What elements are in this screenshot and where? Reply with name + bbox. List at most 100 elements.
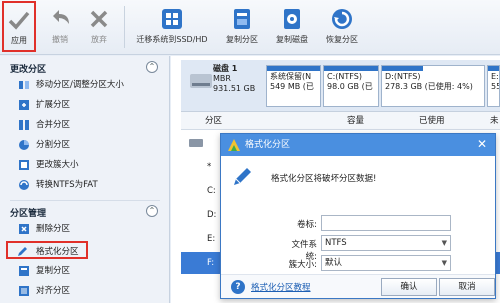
dialog-title: 格式化分区 (245, 140, 291, 150)
partition-letter: E: (207, 234, 216, 244)
dialog-footer: ? 格式化分区教程 确认 取消 (221, 274, 495, 298)
partition-name: E:( (491, 72, 499, 81)
disk-name: 磁盘 1 (213, 64, 238, 73)
recover-partition-label: 恢复分区 (326, 35, 358, 44)
partition-block-system-reserved[interactable]: 系统保留(N 549 MB (已 (266, 65, 321, 107)
cluster-size-label: 簇大小: (288, 260, 317, 270)
app-logo-icon (228, 139, 240, 151)
sidebar-item-extend[interactable]: 扩展分区 (4, 96, 164, 114)
hard-disk-icon (190, 74, 212, 88)
partition-name: D:(NTFS) (385, 72, 421, 81)
recover-partition-button[interactable]: 恢复分区 (320, 2, 364, 52)
column-header-partition[interactable]: 分区 (205, 112, 222, 130)
partition-letter: F: (207, 258, 215, 268)
sidebar-item-label: 扩展分区 (36, 100, 71, 110)
partition-usage-bar (488, 66, 499, 71)
file-system-select[interactable]: NTFS ▼ (321, 235, 451, 251)
sidebar-divider (10, 200, 160, 201)
extend-partition-icon (19, 100, 29, 110)
sidebar-item-delete[interactable]: 删除分区 (4, 220, 164, 238)
cluster-size-value: 默认 (325, 258, 343, 268)
column-header-unused[interactable]: 未 (490, 112, 499, 130)
delete-partition-icon (19, 224, 29, 234)
partition-block-c[interactable]: C:(NTFS) 98.0 GB (已 (323, 65, 379, 107)
disk-size: 931.51 GB (213, 84, 256, 93)
chevron-down-icon: ▼ (441, 259, 447, 267)
migrate-os-button[interactable]: 迁移系统到SSD/HD (130, 2, 214, 52)
sidebar-item-label: 格式化分区 (36, 247, 79, 257)
format-tutorial-link[interactable]: 格式化分区教程 (251, 281, 311, 293)
format-partition-dialog: 格式化分区 ✕ 格式化分区将破坏分区数据! 卷标: 文件系统: NTFS ▼ 簇… (220, 133, 496, 299)
partition-usage-bar (382, 66, 423, 71)
chevron-down-icon: ▼ (441, 239, 447, 247)
disk-row-icon (189, 139, 203, 147)
toolbar-divider (124, 6, 125, 48)
pen-icon (18, 247, 27, 256)
section-title-partition-management: 分区管理 (10, 209, 47, 219)
convert-icon (19, 180, 29, 190)
disk-type: MBR (213, 74, 231, 83)
sidebar-item-format[interactable]: 格式化分区 (6, 241, 88, 259)
copy-disk-icon (284, 9, 300, 29)
partition-size: 98.0 GB (已 (327, 82, 373, 91)
partition-block-e[interactable]: E:( 554 (487, 65, 500, 107)
sidebar-item-label: 删除分区 (36, 224, 71, 234)
dialog-title-bar[interactable]: 格式化分区 ✕ (221, 134, 495, 156)
discard-label: 放弃 (91, 35, 107, 44)
help-icon[interactable]: ? (231, 280, 245, 294)
sidebar-item-label: 对齐分区 (36, 286, 71, 296)
cluster-size-icon (19, 160, 29, 170)
disk-map: 磁盘 1 MBR 931.51 GB 系统保留(N 549 MB (已 C:(N… (181, 60, 500, 112)
sidebar-item-align[interactable]: 对齐分区 (4, 282, 164, 300)
apply-button[interactable]: 应用 (2, 1, 36, 52)
collapse-icon[interactable]: ⌃ (146, 205, 158, 217)
file-system-value: NTFS (325, 238, 347, 248)
partition-name: C:(NTFS) (327, 72, 362, 81)
sidebar-item-label: 复制分区 (36, 266, 71, 276)
partition-letter: D: (207, 210, 217, 220)
partition-letter: C: (207, 186, 216, 196)
undo-label: 撤销 (52, 35, 68, 44)
sidebar-item-label: 移动分区/调整分区大小 (36, 80, 124, 90)
sidebar-item-split[interactable]: 分割分区 (4, 136, 164, 154)
sidebar-item-convert-ntfs-fat[interactable]: 转换NTFS为FAT (4, 176, 164, 194)
migrate-label: 迁移系统到SSD/HD (136, 35, 208, 44)
sidebar-item-copy[interactable]: 复制分区 (4, 262, 164, 280)
sidebar-item-label: 分割分区 (36, 140, 71, 150)
confirm-button[interactable]: 确认 (381, 278, 437, 296)
warning-message: 格式化分区将破坏分区数据! (271, 174, 377, 184)
pen-icon (234, 168, 251, 185)
sidebar-item-cluster-size[interactable]: 更改簇大小 (4, 156, 164, 174)
partition-usage-bar (267, 66, 320, 71)
column-header-capacity[interactable]: 容量 (347, 112, 364, 130)
volume-label-input[interactable] (321, 215, 451, 231)
volume-label-label: 卷标: (297, 220, 317, 230)
cancel-button[interactable]: 取消 (439, 278, 495, 296)
sidebar-item-merge[interactable]: 合并分区 (4, 116, 164, 134)
copy-partition-button[interactable]: 复制分区 (220, 2, 264, 52)
partition-size: 278.3 GB (已使用: 4%) (385, 82, 473, 91)
partition-table-header: 分区 容量 已使用 未 (181, 112, 500, 130)
partition-size: 554 (491, 82, 499, 91)
close-icon[interactable]: ✕ (475, 137, 489, 151)
copy-disk-label: 复制磁盘 (276, 35, 308, 44)
copy-partition-icon (234, 9, 250, 29)
partition-letter: * (207, 162, 212, 172)
column-header-used[interactable]: 已使用 (419, 112, 445, 130)
partition-size: 549 MB (已 (270, 82, 314, 91)
sidebar-item-move-resize[interactable]: 移动分区/调整分区大小 (4, 76, 164, 94)
apply-label: 应用 (11, 36, 27, 45)
partition-block-d[interactable]: D:(NTFS) 278.3 GB (已使用: 4%) (381, 65, 485, 107)
sidebar-item-label: 更改簇大小 (36, 160, 79, 170)
collapse-icon[interactable]: ⌃ (146, 61, 158, 73)
undo-button[interactable]: 撤销 (43, 2, 77, 52)
discard-x-icon (90, 10, 108, 28)
copy-partition-icon (19, 266, 29, 276)
partition-name: 系统保留(N (270, 72, 312, 81)
move-resize-icon (19, 81, 29, 89)
discard-button[interactable]: 放弃 (82, 2, 116, 52)
partition-usage-bar (324, 66, 378, 71)
cluster-size-select[interactable]: 默认 ▼ (321, 255, 451, 271)
copy-disk-button[interactable]: 复制磁盘 (270, 2, 314, 52)
copy-partition-label: 复制分区 (226, 35, 258, 44)
